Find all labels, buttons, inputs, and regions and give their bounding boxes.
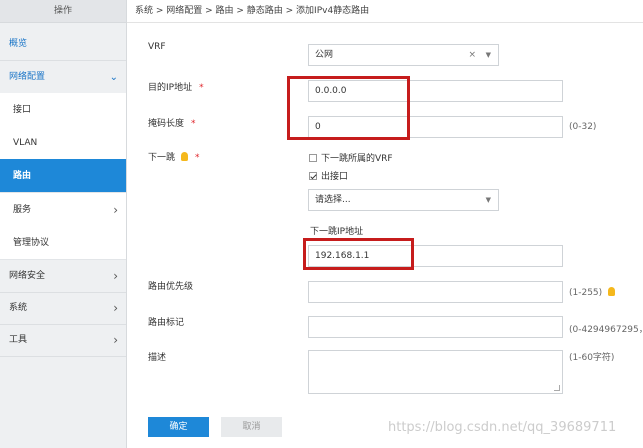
- priority-hint: (1-255): [569, 287, 616, 298]
- out-interface-select[interactable]: 请选择... ▼: [308, 189, 499, 211]
- dest-ip-label: 目的IP地址 *: [148, 80, 204, 93]
- sidebar-item-tools[interactable]: 工具 ›: [0, 324, 126, 357]
- dropdown-arrow-icon: ▼: [485, 196, 491, 204]
- breadcrumb: 系统 > 网络配置 > 路由 > 静态路由 > 添加IPv4静态路由: [127, 0, 643, 23]
- chevron-down-icon: ⌄: [109, 72, 118, 83]
- checkbox-icon: [309, 154, 317, 162]
- vrf-select[interactable]: 公网 × ▼: [308, 44, 499, 66]
- route-tag-hint: (0-4294967295，缺: [569, 325, 643, 335]
- sidebar-item-service[interactable]: 服务 ›: [0, 193, 126, 227]
- priority-input[interactable]: [308, 281, 563, 303]
- chevron-right-icon: ›: [113, 269, 118, 283]
- lightbulb-icon[interactable]: [181, 152, 189, 161]
- sidebar: 操作 概览 网络配置 ⌄ 接口 VLAN 路由 服务 › 管理协议 网络安全 › 系统…: [0, 0, 127, 448]
- chevron-right-icon: ›: [113, 301, 118, 315]
- priority-label: 路由优先级: [148, 282, 194, 292]
- sidebar-item-label: 系统: [9, 303, 28, 313]
- sidebar-item-route[interactable]: 路由: [0, 159, 126, 193]
- chevron-right-icon: ›: [113, 203, 118, 217]
- next-hop-vrf-checkbox[interactable]: 下一跳所属的VRF: [309, 151, 393, 164]
- sidebar-item-network-security[interactable]: 网络安全 ›: [0, 260, 126, 293]
- ok-button[interactable]: 确定: [148, 417, 209, 437]
- sidebar-item-label: 路由: [13, 171, 32, 181]
- route-tag-label: 路由标记: [148, 318, 185, 328]
- sidebar-item-network-config[interactable]: 网络配置 ⌄: [0, 61, 126, 94]
- checkbox-label: 下一跳所属的VRF: [321, 154, 393, 164]
- next-hop-label-text: 下一跳: [148, 153, 176, 163]
- description-hint: (1-60字符): [569, 353, 615, 363]
- highlight-box: [303, 238, 414, 270]
- sidebar-item-label: 网络配置: [9, 72, 46, 82]
- resize-handle-icon[interactable]: [554, 385, 560, 391]
- vrf-label: VRF: [148, 42, 166, 52]
- next-hop-ip-label: 下一跳IP地址: [310, 227, 364, 237]
- mask-length-label: 掩码长度 *: [148, 116, 196, 129]
- cancel-button[interactable]: 取消: [221, 417, 282, 437]
- mask-length-hint: (0-32): [569, 122, 597, 132]
- priority-hint-text: (1-255): [569, 288, 603, 298]
- vrf-select-value: 公网: [315, 50, 334, 60]
- lightbulb-icon[interactable]: [608, 287, 616, 296]
- required-mark: *: [191, 119, 196, 129]
- checkbox-checked-icon: [309, 172, 317, 180]
- sidebar-item-vlan[interactable]: VLAN: [0, 126, 126, 160]
- sidebar-item-label: 接口: [13, 105, 32, 115]
- route-tag-input[interactable]: [308, 316, 563, 338]
- description-label: 描述: [148, 353, 167, 363]
- mask-length-label-text: 掩码长度: [148, 119, 185, 129]
- select-placeholder: 请选择...: [315, 195, 351, 205]
- sidebar-item-label: 概览: [9, 39, 28, 49]
- sidebar-item-label: 网络安全: [9, 271, 46, 281]
- sidebar-item-interface[interactable]: 接口: [0, 93, 126, 127]
- description-textarea[interactable]: [308, 350, 563, 394]
- required-mark: *: [199, 83, 204, 93]
- watermark: https://blog.csdn.net/qq_39689711: [388, 420, 617, 435]
- sidebar-item-label: 管理协议: [13, 238, 50, 248]
- checkbox-label: 出接口: [321, 172, 349, 182]
- clear-icon[interactable]: ×: [468, 45, 476, 65]
- dropdown-arrow-icon: ▼: [485, 51, 491, 59]
- sidebar-item-system[interactable]: 系统 ›: [0, 292, 126, 325]
- sidebar-item-label: VLAN: [13, 138, 38, 148]
- sidebar-item-label: 服务: [13, 205, 32, 215]
- next-hop-label: 下一跳 *: [148, 150, 200, 163]
- required-mark: *: [195, 153, 200, 163]
- highlight-box: [287, 76, 410, 140]
- chevron-right-icon: ›: [113, 333, 118, 347]
- sidebar-header: 操作: [0, 0, 126, 23]
- sidebar-item-mgmt-protocol[interactable]: 管理协议: [0, 226, 126, 260]
- out-interface-checkbox[interactable]: 出接口: [309, 169, 348, 182]
- dest-ip-label-text: 目的IP地址: [148, 83, 193, 93]
- sidebar-item-label: 工具: [9, 335, 28, 345]
- sidebar-item-overview[interactable]: 概览: [0, 28, 126, 61]
